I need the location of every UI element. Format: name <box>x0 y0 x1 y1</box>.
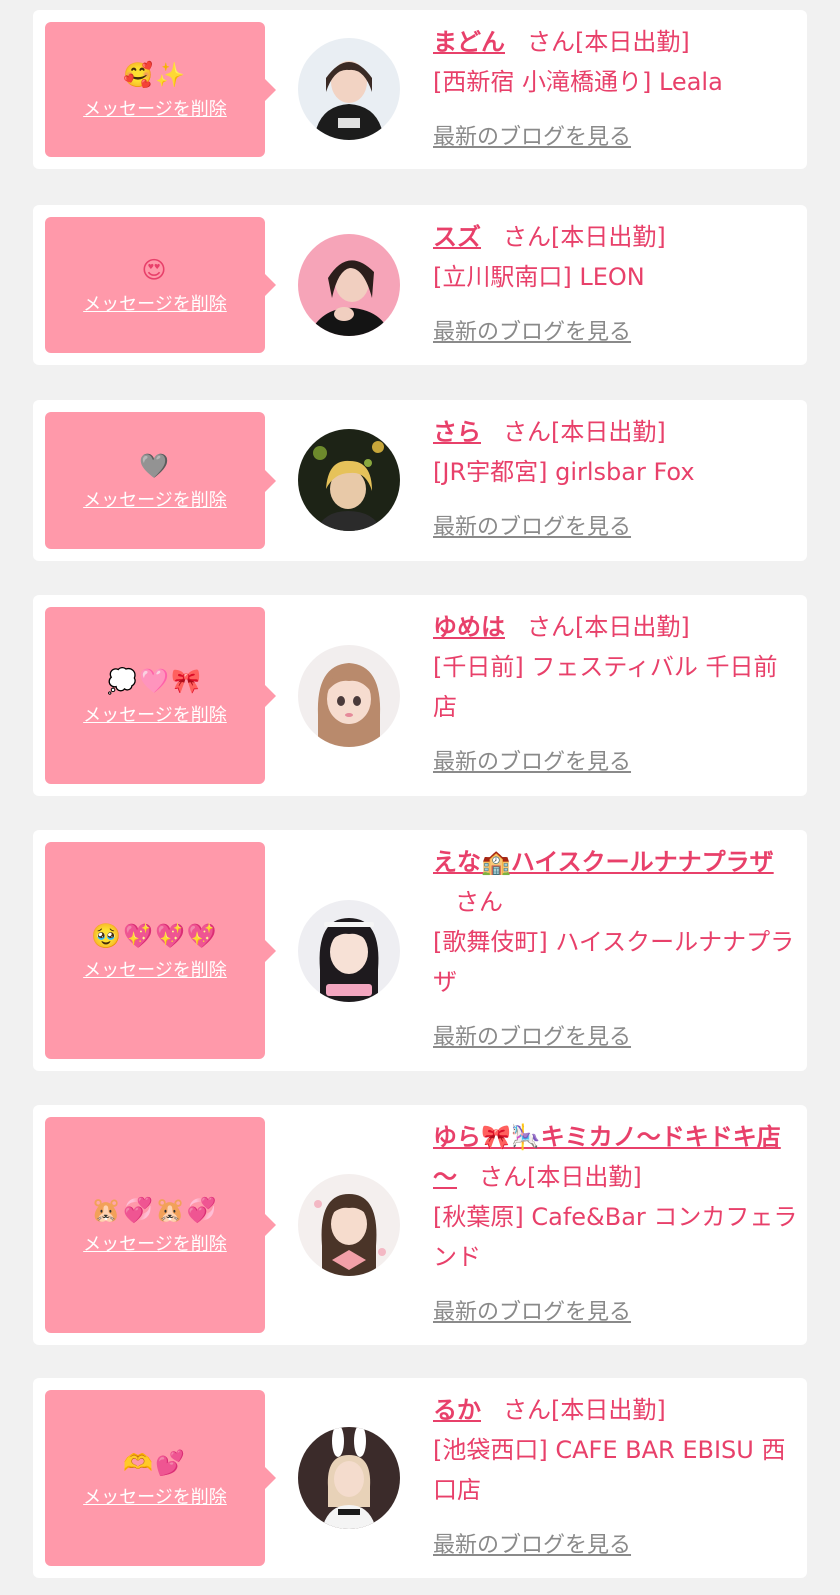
shop-text: [秋葉原] Cafe&Bar コンカフェランド <box>433 1203 798 1271</box>
delete-message-button[interactable]: メッセージを削除 <box>83 701 227 727</box>
avatar[interactable] <box>298 234 400 336</box>
shop-text: [池袋西口] CAFE BAR EBISU 西口店 <box>433 1436 786 1504</box>
cast-name-link[interactable]: ゆめは <box>433 613 505 641</box>
shop-text: [JR宇都宮] girlsbar Fox <box>433 458 695 486</box>
item-info: るか さん[本日出勤] [池袋西口] CAFE BAR EBISU 西口店 最新の… <box>433 1390 798 1566</box>
latest-blog-link[interactable]: 最新のブログを見る <box>433 118 631 158</box>
message-bubble: 🥰✨ メッセージを削除 <box>45 22 276 157</box>
item-info: さら さん[本日出勤] [JR宇都宮] girlsbar Fox 最新のブログを見… <box>433 412 798 548</box>
delete-message-button[interactable]: メッセージを削除 <box>83 1230 227 1256</box>
latest-blog-link[interactable]: 最新のブログを見る <box>433 1526 631 1566</box>
message-emoji: 🩶 <box>139 451 171 480</box>
latest-blog-link[interactable]: 最新のブログを見る <box>433 313 631 353</box>
item-info: スズ さん[本日出勤] [立川駅南口] LEON 最新のブログを見る <box>433 217 798 353</box>
status-text: さん[本日出勤] <box>527 28 690 56</box>
item-info: えな🏫ハイスクールナナプラザさん [歌舞伎町] ハイスクールナナプラザ 最新のブ… <box>433 842 798 1058</box>
shop-text: [千日前] フェスティバル 千日前店 <box>433 653 778 721</box>
shop-text: [立川駅南口] LEON <box>433 263 645 291</box>
status-text: さん[本日出勤] <box>503 1396 666 1424</box>
favorite-list: 🥰✨ メッセージを削除 まどん さん[本日出勤] [西新宿 小滝橋通り] Leal… <box>0 0 840 1595</box>
cast-name-link[interactable]: えな🏫ハイスクールナナプラザ <box>433 848 774 876</box>
message-bubble: 😍 メッセージを削除 <box>45 217 276 353</box>
status-text: さん <box>455 888 503 916</box>
list-item: 💭🩷🎀 メッセージを削除 ゆめは さん[本日出勤] [千日前] フェスティバル 千… <box>33 595 807 796</box>
status-text: さん[本日出勤] <box>479 1163 642 1191</box>
cast-name-link[interactable]: さら <box>433 418 481 446</box>
item-info: ゆめは さん[本日出勤] [千日前] フェスティバル 千日前店 最新のブログを見る <box>433 607 798 783</box>
message-emoji: 🥰✨ <box>123 60 187 89</box>
avatar[interactable] <box>298 900 400 1002</box>
message-emoji: 💭🩷🎀 <box>107 666 203 695</box>
message-bubble: 🐹💞🐹💞 メッセージを削除 <box>45 1117 276 1333</box>
message-emoji: 🫶💕 <box>123 1449 187 1477</box>
avatar[interactable] <box>298 1427 400 1529</box>
status-text: さん[本日出勤] <box>527 613 690 641</box>
latest-blog-link[interactable]: 最新のブログを見る <box>433 1018 631 1058</box>
latest-blog-link[interactable]: 最新のブログを見る <box>433 1293 631 1333</box>
avatar[interactable] <box>298 38 400 140</box>
latest-blog-link[interactable]: 最新のブログを見る <box>433 508 631 548</box>
cast-name-link[interactable]: るか <box>433 1396 481 1424</box>
message-emoji: 🥹💖💖💖 <box>91 921 219 950</box>
list-item: 🫶💕 メッセージを削除 るか さん[本日出勤] [池袋西口] CAFE BAR E… <box>33 1378 807 1578</box>
shop-text: [歌舞伎町] ハイスクールナナプラザ <box>433 928 795 996</box>
list-item: 🐹💞🐹💞 メッセージを削除 ゆら🎀🎠キミカノ～ドキドキ店～ さん[本日出勤] [秋… <box>33 1105 807 1345</box>
status-text: さん[本日出勤] <box>503 223 666 251</box>
item-info: ゆら🎀🎠キミカノ～ドキドキ店～ さん[本日出勤] [秋葉原] Cafe&Bar コ… <box>433 1117 798 1333</box>
cast-name-link[interactable]: スズ <box>433 223 481 251</box>
list-item: 🩶 メッセージを削除 さら さん[本日出勤] [JR宇都宮] girlsbar F… <box>33 400 807 561</box>
list-item: 🥰✨ メッセージを削除 まどん さん[本日出勤] [西新宿 小滝橋通り] Leal… <box>33 10 807 169</box>
avatar[interactable] <box>298 429 400 531</box>
delete-message-button[interactable]: メッセージを削除 <box>83 95 227 121</box>
message-emoji: 🐹💞🐹💞 <box>91 1196 219 1224</box>
cast-name-link[interactable]: まどん <box>433 28 505 56</box>
message-bubble: 🥹💖💖💖 メッセージを削除 <box>45 842 276 1059</box>
status-text: さん[本日出勤] <box>503 418 666 446</box>
message-bubble: 🫶💕 メッセージを削除 <box>45 1390 276 1566</box>
delete-message-button[interactable]: メッセージを削除 <box>83 290 227 316</box>
message-emoji: 😍 <box>141 256 169 284</box>
item-info: まどん さん[本日出勤] [西新宿 小滝橋通り] Leala 最新のブログを見る <box>433 22 798 158</box>
list-item: 🥹💖💖💖 メッセージを削除 えな🏫ハイスクールナナプラザさん [歌舞伎町] ハイ… <box>33 830 807 1071</box>
latest-blog-link[interactable]: 最新のブログを見る <box>433 743 631 783</box>
delete-message-button[interactable]: メッセージを削除 <box>83 1483 227 1509</box>
avatar[interactable] <box>298 645 400 747</box>
message-bubble: 🩶 メッセージを削除 <box>45 412 276 549</box>
message-bubble: 💭🩷🎀 メッセージを削除 <box>45 607 276 784</box>
delete-message-button[interactable]: メッセージを削除 <box>83 486 227 512</box>
list-item: 😍 メッセージを削除 スズ さん[本日出勤] [立川駅南口] LEON 最新のブロ… <box>33 205 807 365</box>
shop-text: [西新宿 小滝橋通り] Leala <box>433 68 723 96</box>
delete-message-button[interactable]: メッセージを削除 <box>83 956 227 982</box>
avatar[interactable] <box>298 1174 400 1276</box>
